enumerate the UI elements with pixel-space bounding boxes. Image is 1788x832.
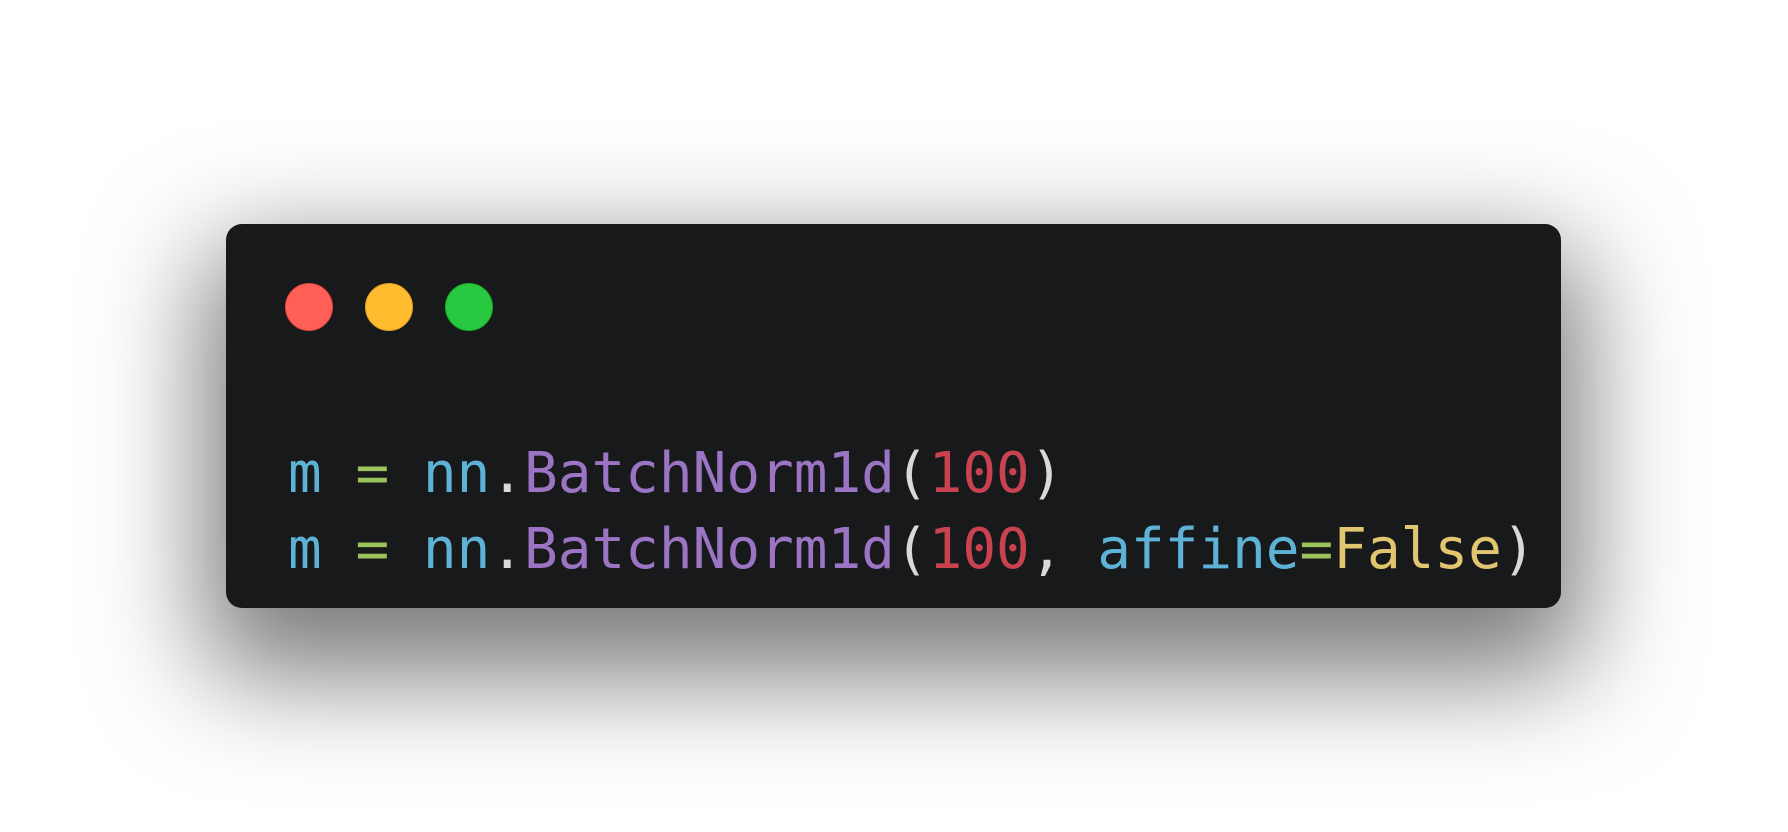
minimize-icon[interactable] [365, 283, 413, 331]
code-token-fn: BatchNorm1d [524, 441, 895, 506]
code-token-punct: , [1029, 517, 1098, 582]
code-token-punct [389, 441, 423, 506]
code-token-num: 100 [928, 517, 1030, 582]
close-icon[interactable] [285, 283, 333, 331]
code-token-punct: . [490, 517, 525, 582]
code-block: m = nn.BatchNorm1d(100) m = nn.BatchNorm1… [288, 436, 1536, 588]
code-line: m = nn.BatchNorm1d(100) [288, 436, 1536, 512]
code-token-num: 100 [928, 441, 1030, 506]
code-token-var: m [288, 441, 322, 506]
code-token-var: affine [1097, 517, 1300, 582]
code-token-punct: . [490, 441, 525, 506]
code-token-var: m [288, 517, 322, 582]
code-token-var: nn [422, 441, 491, 506]
code-token-punct: ( [894, 517, 929, 582]
code-token-fn: BatchNorm1d [524, 517, 895, 582]
code-token-punct [389, 517, 423, 582]
code-token-op: = [1299, 517, 1334, 582]
code-token-var: nn [422, 517, 491, 582]
maximize-icon[interactable] [445, 283, 493, 331]
code-token-kw: False [1333, 517, 1502, 582]
code-token-op: = [355, 517, 390, 582]
code-token-punct: ) [1029, 441, 1064, 506]
code-line: m = nn.BatchNorm1d(100, affine=False) [288, 512, 1536, 588]
code-window: m = nn.BatchNorm1d(100) m = nn.BatchNorm1… [226, 224, 1561, 608]
code-token-punct [322, 441, 356, 506]
code-token-punct [322, 517, 356, 582]
code-token-punct: ( [894, 441, 929, 506]
code-token-punct: ) [1501, 517, 1536, 582]
code-token-op: = [355, 441, 390, 506]
